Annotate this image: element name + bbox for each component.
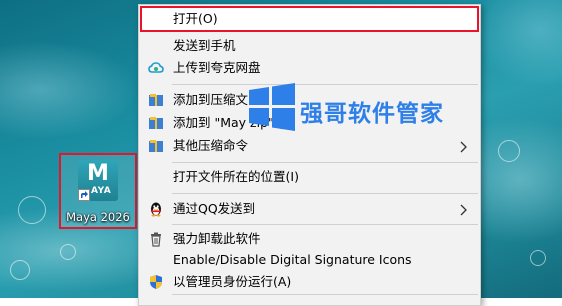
menu-item-upload-quark[interactable]: 上传到夸克网盘 — [139, 56, 480, 80]
menu-separator — [172, 84, 478, 85]
desktop-shortcut-maya[interactable]: M AYA Maya 2026 — [59, 153, 137, 229]
trash-icon — [148, 231, 164, 247]
menu-separator — [172, 224, 478, 225]
archive-icon — [148, 138, 164, 154]
menu-item-open-location[interactable]: 打开文件所在的位置(I) — [139, 165, 480, 189]
menu-item-label: 以管理员身份运行(A) — [173, 274, 292, 289]
bubble-decoration — [60, 244, 76, 260]
chevron-right-icon — [456, 202, 470, 216]
menu-item-label: 添加到压缩文 — [173, 92, 249, 107]
watermark-text: 强哥软件管家 — [300, 101, 444, 127]
menu-item-send-to-phone[interactable]: 发送到手机 — [139, 34, 480, 58]
menu-item-run-as-admin[interactable]: 以管理员身份运行(A) — [139, 270, 480, 294]
menu-item-digital-signature[interactable]: Enable/Disable Digital Signature Icons — [139, 248, 480, 272]
menu-item-send-qq[interactable]: 通过QQ发送到 — [139, 197, 480, 221]
archive-icon — [148, 115, 164, 131]
bubble-decoration — [18, 196, 46, 224]
menu-item-label: 上传到夸克网盘 — [173, 60, 261, 75]
quark-cloud-icon — [148, 60, 164, 76]
menu-item-label: 打开文件所在的位置(I) — [173, 169, 299, 184]
maya-logo-letter: M — [87, 161, 109, 186]
menu-item-label: 发送到手机 — [173, 38, 236, 53]
menu-item-other-compress[interactable]: 其他压缩命令 — [139, 134, 480, 158]
context-menu: 打开(O) 发送到手机 上传到夸克网盘 添加到压缩文 添加到 "May zip"… — [138, 4, 481, 306]
menu-separator — [172, 294, 478, 295]
menu-item-label: 其他压缩命令 — [173, 138, 249, 153]
qq-penguin-icon — [148, 201, 164, 217]
windows-logo-icon — [247, 82, 297, 132]
menu-separator — [172, 193, 478, 194]
menu-item-label: 打开(O) — [173, 11, 218, 26]
menu-item-label: Enable/Disable Digital Signature Icons — [173, 252, 412, 267]
bubble-decoration — [10, 260, 30, 280]
desktop-icon-label: Maya 2026 — [66, 210, 130, 224]
bubble-decoration — [530, 250, 546, 266]
menu-item-open[interactable]: 打开(O) — [139, 7, 480, 31]
shield-icon — [148, 274, 164, 290]
archive-icon — [148, 92, 164, 108]
menu-item-label: 通过QQ发送到 — [173, 201, 256, 216]
maya-app-icon: M AYA — [78, 160, 118, 201]
chevron-right-icon — [456, 139, 470, 153]
menu-separator — [172, 162, 478, 163]
shortcut-arrow-icon — [78, 189, 90, 201]
bubble-decoration — [498, 140, 520, 162]
maya-logo-sub: AYA — [91, 186, 112, 196]
